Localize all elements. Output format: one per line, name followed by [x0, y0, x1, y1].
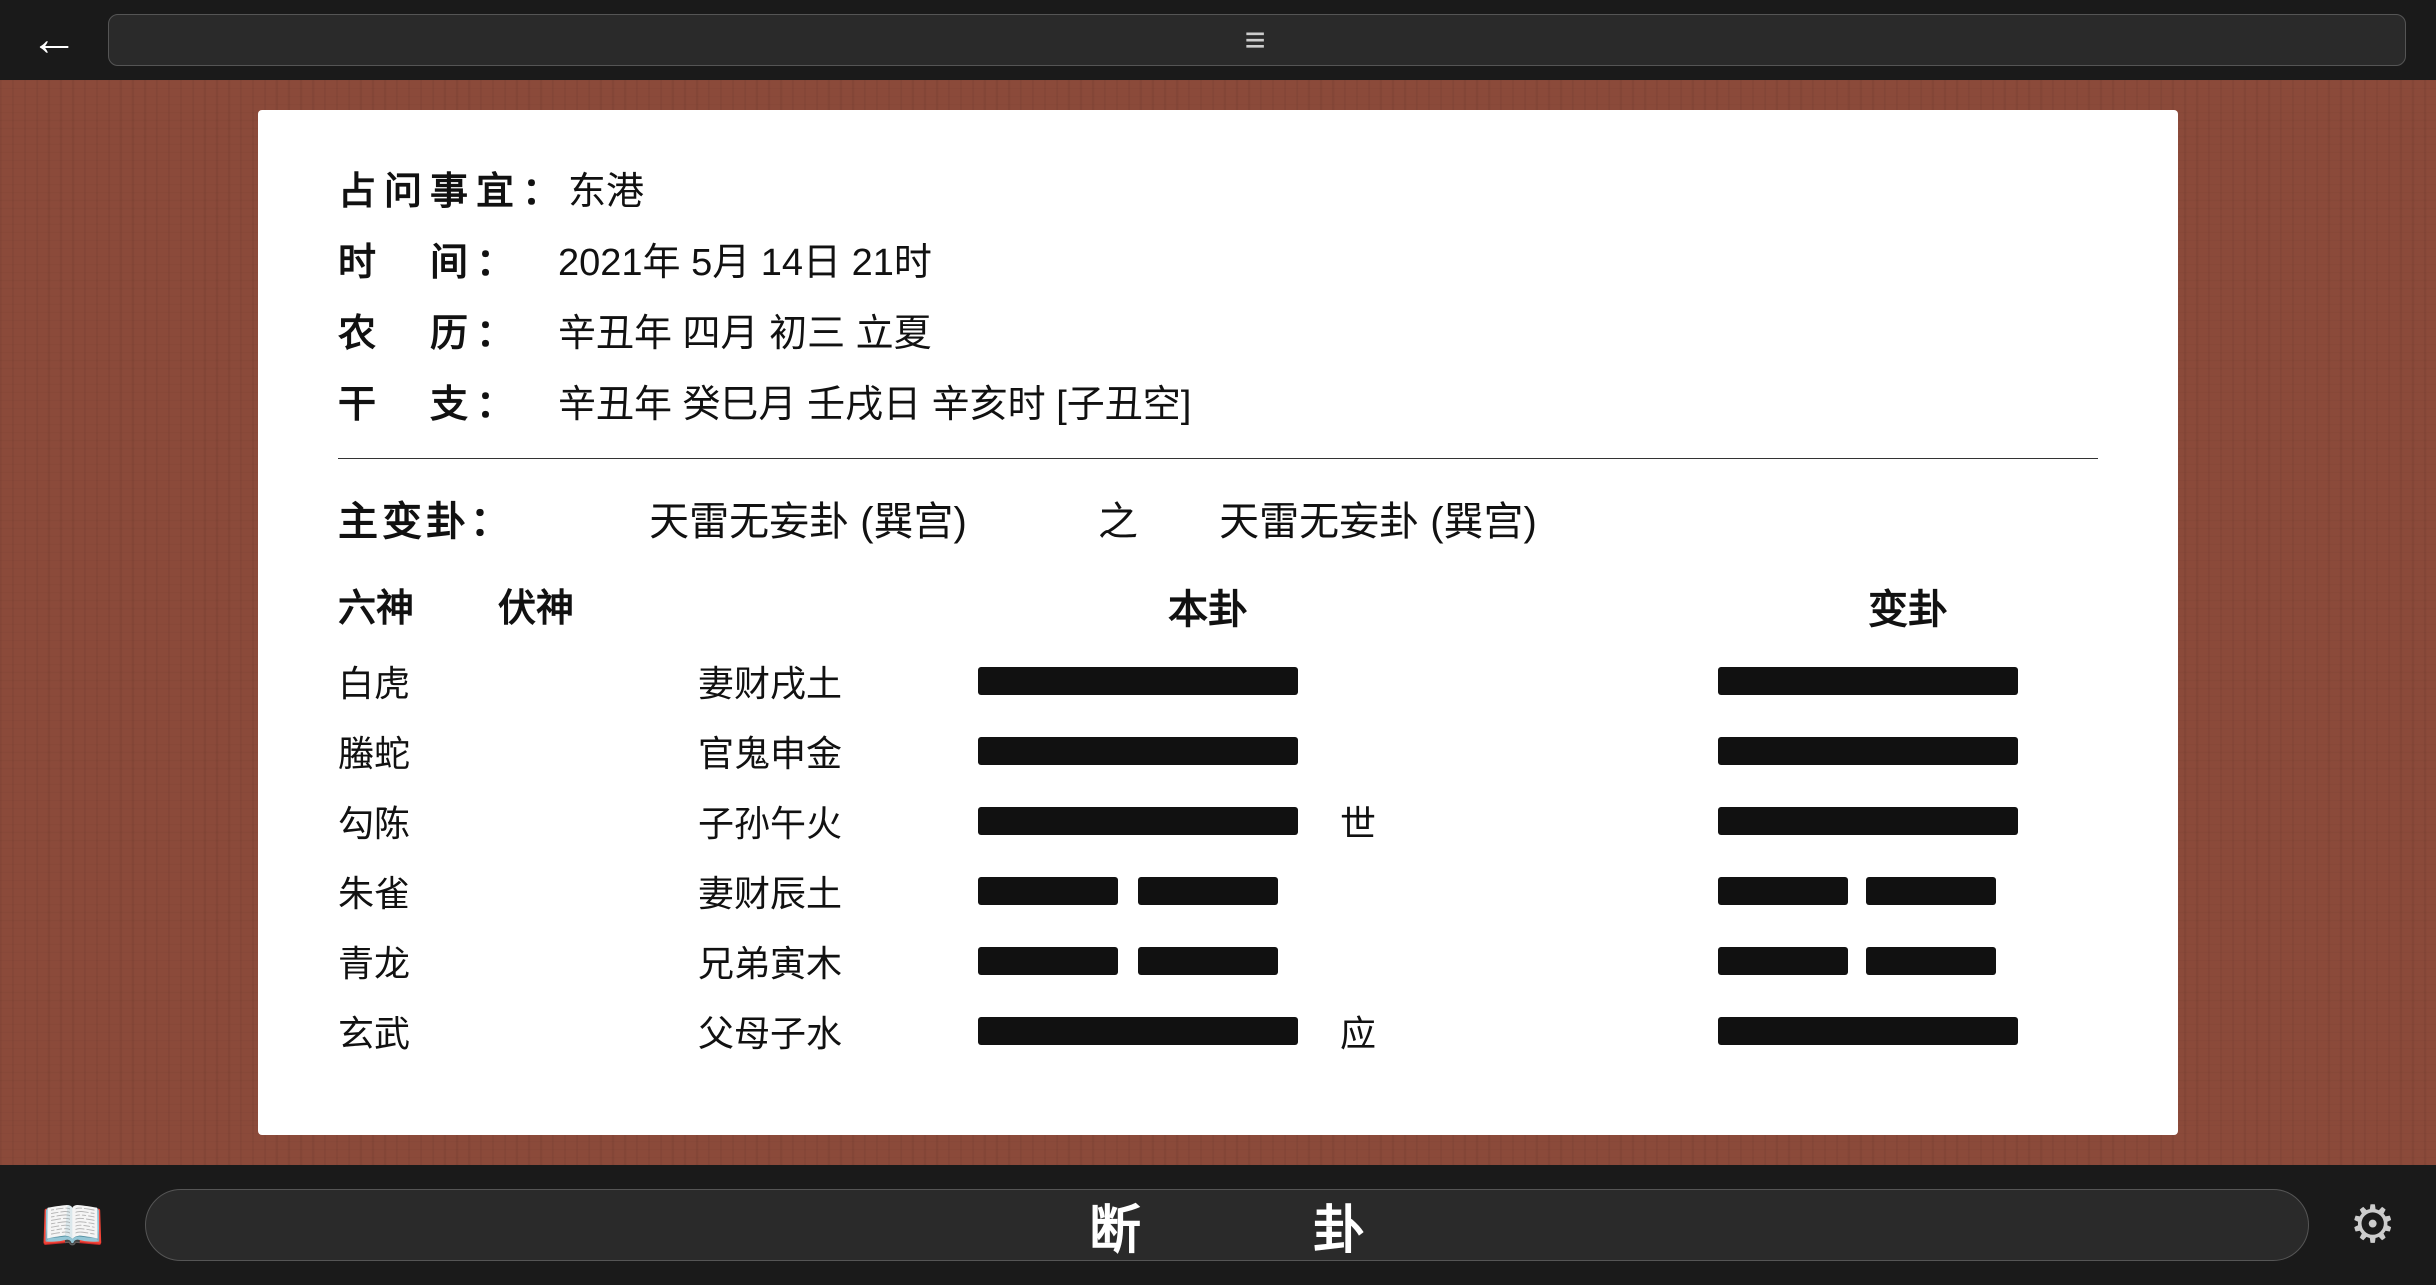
line-broken-5 — [978, 947, 1278, 975]
main-content: 占问事宜： 东港 时 间： 2021年 5月 14日 21时 农 历： 辛丑年 … — [0, 80, 2436, 1165]
ganzhi-row: 干 支： 辛丑年 癸巳月 壬戌日 辛亥时 [子丑空] — [338, 373, 2098, 428]
marker-3: 世 — [1318, 795, 1398, 847]
col-biangua-header: 变卦 — [1718, 577, 2098, 635]
bian-solid-1 — [1718, 667, 2018, 695]
line-main-5 — [978, 947, 1318, 975]
lunar-label: 农 历： — [338, 302, 558, 357]
ganzhi-value: 辛丑年 癸巳月 壬戌日 辛亥时 [子丑空] — [558, 373, 1191, 428]
col-fushen-header: 伏神 — [498, 577, 698, 635]
line-main-3 — [978, 807, 1318, 835]
line-solid-3 — [978, 807, 1298, 835]
bian-solid-2 — [1718, 737, 2018, 765]
columns-header: 六神 伏神 本卦 变卦 — [338, 577, 2098, 635]
yao-name-1: 妻财戌土 — [698, 655, 978, 707]
time-label: 时 间： — [338, 231, 558, 286]
col-liushen-header: 六神 — [338, 577, 498, 635]
top-bar: ← ≡ — [0, 0, 2436, 80]
liushen-3: 勾陈 — [338, 795, 498, 847]
yao-name-2: 官鬼申金 — [698, 725, 978, 777]
hex-row-2: 螣蛇 官鬼申金 — [338, 725, 2098, 777]
time-value: 2021年 5月 14日 21时 — [558, 231, 932, 286]
marker-6: 应 — [1318, 1005, 1398, 1057]
col-bengua-header: 本卦 — [698, 577, 1718, 635]
hexagram-section: 主变卦： 天雷无妄卦 (巽宫) 之 天雷无妄卦 (巽宫) 六神 伏神 本卦 变卦… — [338, 489, 2098, 1057]
yao-name-3: 子孙午火 — [698, 795, 978, 847]
liushen-2: 螣蛇 — [338, 725, 498, 777]
line-bian-3 — [1718, 807, 2098, 835]
liushen-5: 青龙 — [338, 935, 498, 987]
lunar-value: 辛丑年 四月 初三 立夏 — [558, 302, 932, 357]
yao-name-6: 父母子水 — [698, 1005, 978, 1057]
line-bian-4 — [1718, 877, 2098, 905]
line-bian-1 — [1718, 667, 2098, 695]
liushen-4: 朱雀 — [338, 865, 498, 917]
bottom-bar: 📖 断 卦 ⚙ — [0, 1165, 2436, 1285]
main-title-label: 主变卦： — [338, 489, 558, 547]
liushen-6: 玄武 — [338, 1005, 498, 1057]
line-bian-6 — [1718, 1017, 2098, 1045]
lunar-row: 农 历： 辛丑年 四月 初三 立夏 — [338, 302, 2098, 357]
subject-label: 占问事宜： — [338, 160, 568, 215]
hex-row-6: 玄武 父母子水 应 — [338, 1005, 2098, 1057]
hex-row-4: 朱雀 妻财辰土 — [338, 865, 2098, 917]
duangua-button[interactable]: 断 卦 — [145, 1189, 2310, 1261]
bian-broken-4 — [1718, 877, 1996, 905]
line-solid-2 — [978, 737, 1298, 765]
line-main-2 — [978, 737, 1318, 765]
back-button[interactable]: ← — [30, 16, 78, 64]
yao-name-4: 妻财辰土 — [698, 865, 978, 917]
line-bian-5 — [1718, 947, 2098, 975]
time-row: 时 间： 2021年 5月 14日 21时 — [338, 231, 2098, 286]
book-icon[interactable]: 📖 — [40, 1195, 105, 1256]
line-solid-6 — [978, 1017, 1298, 1045]
card: 占问事宜： 东港 时 间： 2021年 5月 14日 21时 农 历： 辛丑年 … — [258, 110, 2178, 1135]
line-solid-1 — [978, 667, 1298, 695]
hex-row-1: 白虎 妻财戌土 — [338, 655, 2098, 707]
hex-row-3: 勾陈 子孙午火 世 — [338, 795, 2098, 847]
top-menu-bar[interactable]: ≡ — [108, 14, 2406, 66]
zhi-char: 之 — [1058, 489, 1178, 547]
settings-icon[interactable]: ⚙ — [2349, 1195, 2396, 1255]
biangua-name: 天雷无妄卦 (巽宫) — [1178, 489, 1578, 547]
liushen-1: 白虎 — [338, 655, 498, 707]
line-main-6 — [978, 1017, 1318, 1045]
yao-name-5: 兄弟寅木 — [698, 935, 978, 987]
line-main-1 — [978, 667, 1318, 695]
bian-broken-5 — [1718, 947, 1996, 975]
subject-value: 东港 — [568, 160, 644, 215]
subject-row: 占问事宜： 东港 — [338, 160, 2098, 215]
bian-solid-6 — [1718, 1017, 2018, 1045]
line-main-4 — [978, 877, 1318, 905]
info-section: 占问事宜： 东港 时 间： 2021年 5月 14日 21时 农 历： 辛丑年 … — [338, 160, 2098, 459]
bengua-name: 天雷无妄卦 (巽宫) — [558, 489, 1058, 547]
hamburger-icon: ≡ — [1244, 19, 1269, 61]
duangua-label: 断 卦 — [1029, 1188, 1425, 1263]
main-title-row: 主变卦： 天雷无妄卦 (巽宫) 之 天雷无妄卦 (巽宫) — [338, 489, 2098, 547]
hex-row-5: 青龙 兄弟寅木 — [338, 935, 2098, 987]
bian-solid-3 — [1718, 807, 2018, 835]
ganzhi-label: 干 支： — [338, 373, 558, 428]
line-bian-2 — [1718, 737, 2098, 765]
line-broken-4 — [978, 877, 1278, 905]
